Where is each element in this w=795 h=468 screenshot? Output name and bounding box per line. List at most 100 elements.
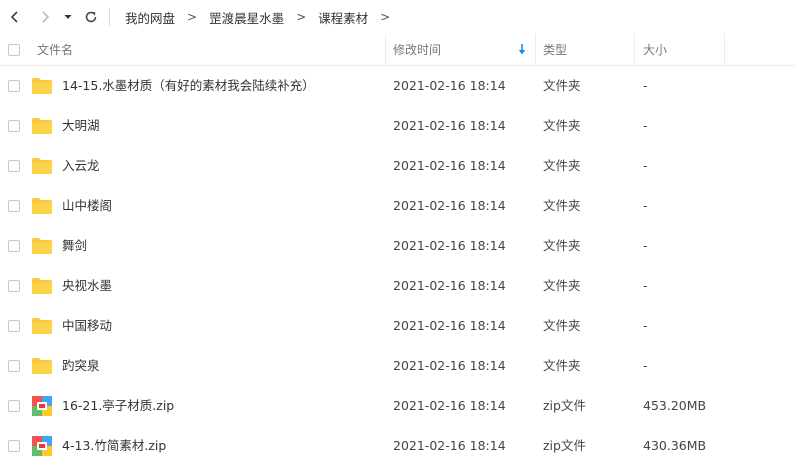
row-checkbox[interactable] xyxy=(8,240,20,252)
file-type: 文件夹 xyxy=(543,318,581,333)
file-type: 文件夹 xyxy=(543,118,581,133)
file-size: - xyxy=(643,278,648,293)
file-modified: 2021-02-16 18:14 xyxy=(393,198,506,213)
file-modified: 2021-02-16 18:14 xyxy=(393,238,506,253)
file-type: 文件夹 xyxy=(543,278,581,293)
column-header-size[interactable]: 大小 xyxy=(643,34,667,65)
folder-icon xyxy=(31,155,53,177)
file-name[interactable]: 14-15.水墨材质（有好的素材我会陆续补充） xyxy=(62,66,315,106)
row-checkbox[interactable] xyxy=(8,360,20,372)
row-checkbox[interactable] xyxy=(8,440,20,452)
column-divider[interactable] xyxy=(535,34,536,65)
breadcrumb-item-current[interactable]: 课程素材 xyxy=(314,8,372,27)
select-all-checkbox-cell[interactable] xyxy=(8,34,20,65)
file-size: 430.36MB xyxy=(643,438,707,453)
file-row[interactable]: 趵突泉 2021-02-16 18:14 文件夹 - xyxy=(0,346,795,386)
file-modified: 2021-02-16 18:14 xyxy=(393,358,506,373)
file-name[interactable]: 4-13.竹简素材.zip xyxy=(62,426,166,466)
file-row[interactable]: 入云龙 2021-02-16 18:14 文件夹 - xyxy=(0,146,795,186)
file-row[interactable]: 山中楼阁 2021-02-16 18:14 文件夹 - xyxy=(0,186,795,226)
file-type: zip文件 xyxy=(543,438,586,453)
row-checkbox[interactable] xyxy=(8,280,20,292)
row-checkbox[interactable] xyxy=(8,160,20,172)
back-button[interactable] xyxy=(4,6,26,28)
breadcrumb-separator-icon: > xyxy=(296,10,307,24)
file-modified: 2021-02-16 18:14 xyxy=(393,158,506,173)
refresh-icon xyxy=(85,11,97,23)
file-name[interactable]: 央视水墨 xyxy=(62,266,112,306)
file-size: - xyxy=(643,198,648,213)
folder-icon xyxy=(31,275,53,297)
file-name[interactable]: 16-21.亭子材质.zip xyxy=(62,386,174,426)
zip-archive-icon xyxy=(31,435,53,457)
folder-icon xyxy=(31,75,53,97)
select-all-checkbox[interactable] xyxy=(8,43,20,56)
file-row[interactable]: 央视水墨 2021-02-16 18:14 文件夹 - xyxy=(0,266,795,306)
file-row[interactable]: 4-13.竹简素材.zip 2021-02-16 18:14 zip文件 430.36… xyxy=(0,426,795,466)
row-checkbox[interactable] xyxy=(8,400,20,412)
file-row[interactable]: 14-15.水墨材质（有好的素材我会陆续补充） 2021-02-16 18:14 文… xyxy=(0,66,795,106)
column-header-modified-label: 修改时间 xyxy=(393,43,442,57)
row-checkbox[interactable] xyxy=(8,80,20,92)
folder-icon xyxy=(31,195,53,217)
file-modified: 2021-02-16 18:14 xyxy=(393,118,506,133)
file-type: 文件夹 xyxy=(543,358,581,373)
breadcrumb: 我的网盘 > 罡渡晨星水墨 > 课程素材 > xyxy=(121,0,398,34)
row-checkbox[interactable] xyxy=(8,120,20,132)
row-checkbox[interactable] xyxy=(8,320,20,332)
file-modified: 2021-02-16 18:14 xyxy=(393,318,506,333)
caret-down-icon xyxy=(64,15,72,19)
file-name[interactable]: 舞剑 xyxy=(62,226,87,266)
breadcrumb-separator-icon: > xyxy=(187,10,198,24)
file-row[interactable]: 大明湖 2021-02-16 18:14 文件夹 - xyxy=(0,106,795,146)
file-type: 文件夹 xyxy=(543,158,581,173)
zip-archive-icon xyxy=(31,395,53,417)
file-size: - xyxy=(643,118,648,133)
forward-button[interactable] xyxy=(34,6,56,28)
column-header-type[interactable]: 类型 xyxy=(543,34,567,65)
nav-divider xyxy=(109,8,110,26)
refresh-button[interactable] xyxy=(80,6,102,28)
file-size: - xyxy=(643,158,648,173)
file-row[interactable]: 16-21.亭子材质.zip 2021-02-16 18:14 zip文件 453.2… xyxy=(0,386,795,426)
file-modified: 2021-02-16 18:14 xyxy=(393,438,506,453)
chevron-right-icon xyxy=(42,11,50,23)
column-divider[interactable] xyxy=(634,34,635,65)
file-size: - xyxy=(643,318,648,333)
file-list-header: 文件名 修改时间 类型 大小 xyxy=(0,34,795,66)
history-dropdown-button[interactable] xyxy=(60,6,76,28)
sort-descending-icon xyxy=(518,44,526,55)
file-name[interactable]: 山中楼阁 xyxy=(62,186,112,226)
file-row[interactable]: 舞剑 2021-02-16 18:14 文件夹 - xyxy=(0,226,795,266)
breadcrumb-dropdown-icon[interactable]: > xyxy=(372,10,398,24)
file-type: zip文件 xyxy=(543,398,586,413)
file-type: 文件夹 xyxy=(543,238,581,253)
file-name[interactable]: 入云龙 xyxy=(62,146,100,186)
chevron-left-icon xyxy=(10,11,18,23)
folder-icon xyxy=(31,315,53,337)
column-header-name[interactable]: 文件名 xyxy=(37,34,73,65)
folder-icon xyxy=(31,115,53,137)
breadcrumb-item-root[interactable]: 我的网盘 xyxy=(121,8,179,27)
column-divider[interactable] xyxy=(724,34,725,65)
row-checkbox[interactable] xyxy=(8,200,20,212)
file-list: 14-15.水墨材质（有好的素材我会陆续补充） 2021-02-16 18:14 文… xyxy=(0,66,795,466)
breadcrumb-item-parent[interactable]: 罡渡晨星水墨 xyxy=(205,8,288,27)
folder-icon xyxy=(31,355,53,377)
file-name[interactable]: 趵突泉 xyxy=(62,346,100,386)
folder-icon xyxy=(31,235,53,257)
file-modified: 2021-02-16 18:14 xyxy=(393,278,506,293)
file-size: - xyxy=(643,358,648,373)
file-type: 文件夹 xyxy=(543,198,581,213)
file-size: - xyxy=(643,78,648,93)
file-name[interactable]: 大明湖 xyxy=(62,106,100,146)
file-name[interactable]: 中国移动 xyxy=(62,306,112,346)
file-row[interactable]: 中国移动 2021-02-16 18:14 文件夹 - xyxy=(0,306,795,346)
file-type: 文件夹 xyxy=(543,78,581,93)
navigation-bar: 我的网盘 > 罡渡晨星水墨 > 课程素材 > xyxy=(0,0,795,34)
file-modified: 2021-02-16 18:14 xyxy=(393,78,506,93)
column-divider[interactable] xyxy=(385,34,386,65)
file-size: - xyxy=(643,238,648,253)
file-modified: 2021-02-16 18:14 xyxy=(393,398,506,413)
column-header-modified[interactable]: 修改时间 xyxy=(393,34,534,65)
